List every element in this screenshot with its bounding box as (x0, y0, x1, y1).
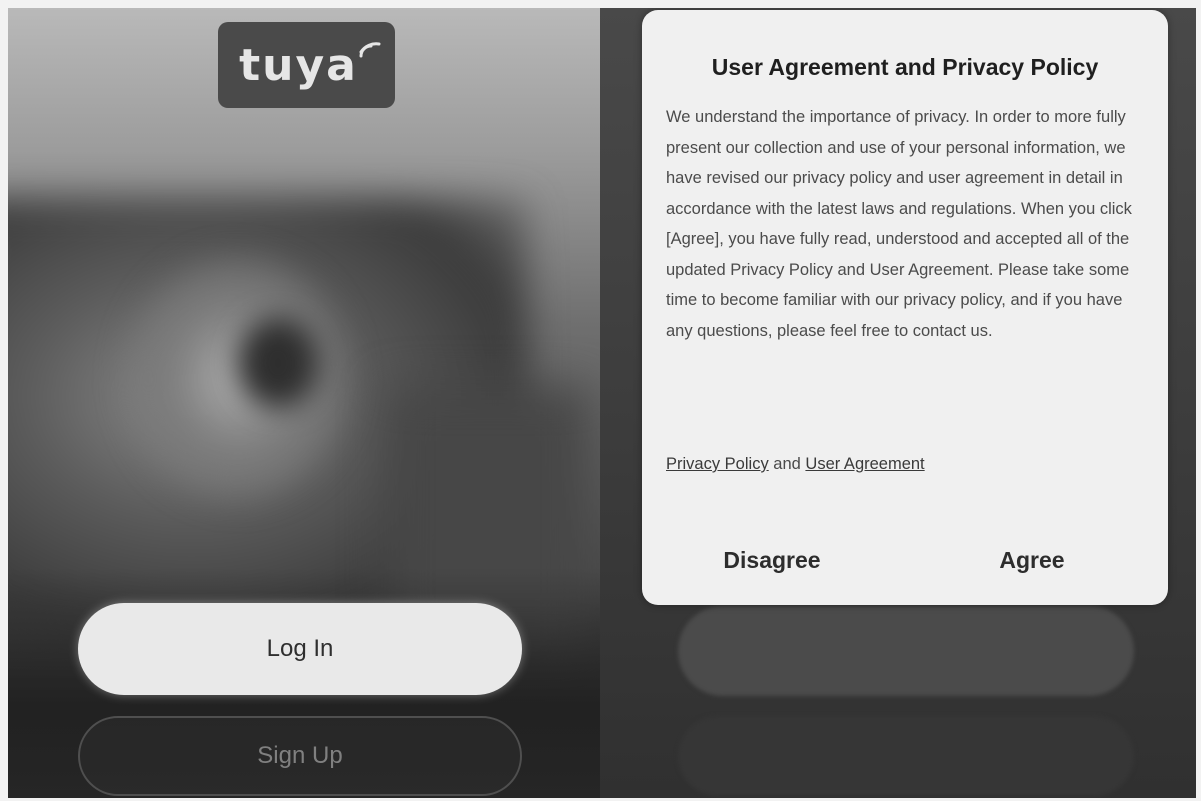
login-button[interactable]: Log In (78, 603, 522, 695)
dimmed-signup-button (678, 716, 1134, 796)
login-screen: tuya Log In Sign Up (8, 8, 600, 798)
user-agreement-link[interactable]: User Agreement (805, 455, 924, 473)
links-joiner: and (773, 455, 806, 473)
logo-text: tuya (239, 39, 358, 91)
policy-links: Privacy Policy and User Agreement (666, 455, 925, 474)
dialog-body-text: We understand the importance of privacy.… (666, 108, 1132, 340)
privacy-policy-link[interactable]: Privacy Policy (666, 455, 769, 473)
signup-button[interactable]: Sign Up (78, 716, 522, 796)
background-photo-shadow (238, 318, 318, 408)
tuya-logo: tuya (218, 22, 395, 108)
dimmed-login-button (678, 606, 1134, 696)
disagree-button[interactable]: Disagree (682, 532, 862, 588)
wifi-signal-icon (359, 42, 381, 58)
screenshot-frame: tuya Log In Sign Up User Agreement and P… (0, 0, 1201, 801)
privacy-policy-dialog: User Agreement and Privacy Policy We und… (642, 10, 1168, 605)
dialog-title: User Agreement and Privacy Policy (711, 54, 1099, 80)
agree-button[interactable]: Agree (962, 532, 1102, 588)
privacy-dialog-screen: User Agreement and Privacy Policy We und… (600, 8, 1196, 798)
